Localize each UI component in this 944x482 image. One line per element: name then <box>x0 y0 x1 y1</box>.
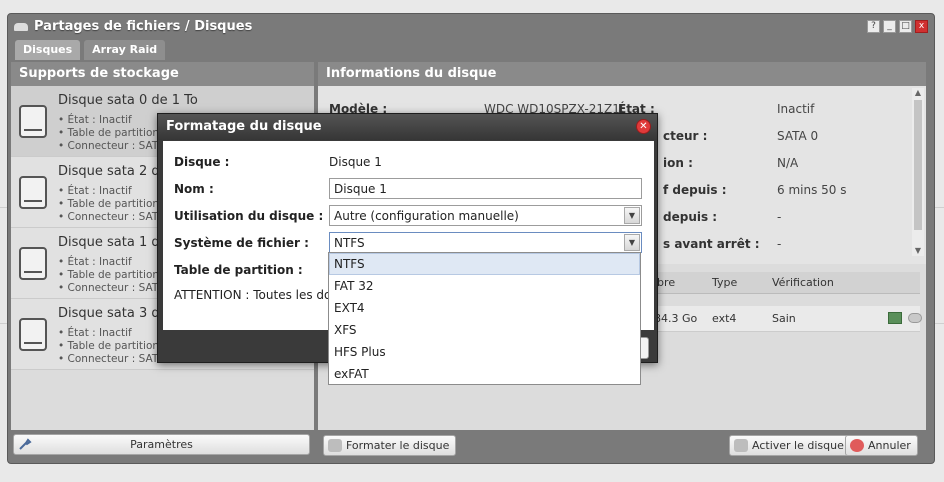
filesystem-option[interactable]: XFS <box>329 319 640 341</box>
format-disk-button[interactable]: Formater le disque <box>323 435 457 456</box>
disk-connector: • Connecteur : SATA <box>58 211 165 223</box>
column-check[interactable]: Vérification <box>772 276 834 289</box>
info-value: - <box>777 210 782 224</box>
cancel-icon <box>850 439 864 452</box>
window-title: Partages de fichiers / Disques <box>34 19 253 34</box>
storage-panel-header: Supports de stockage <box>11 62 314 86</box>
disk-status-icon[interactable] <box>908 313 922 323</box>
disk-name: Disque sata 2 de <box>58 164 168 179</box>
scroll-down-icon[interactable]: ▼ <box>912 246 924 256</box>
activate-disk-label: Activer le disque <box>752 439 844 452</box>
tab-disques[interactable]: Disques <box>15 40 81 60</box>
disk-connector: • Connecteur : SATA <box>58 353 165 365</box>
close-icon[interactable]: x <box>915 20 928 33</box>
disk-partition: • Table de partition <box>58 340 160 352</box>
scroll-thumb[interactable] <box>914 100 922 230</box>
tab-bar: Disques Array Raid <box>15 40 166 60</box>
filesystem-option[interactable]: exFAT <box>329 363 640 385</box>
column-type[interactable]: Type <box>712 276 737 289</box>
info-value: Inactif <box>777 102 815 116</box>
usage-label: Utilisation du disque : <box>174 209 324 223</box>
settings-button-label: Paramètres <box>130 438 193 451</box>
disk-label: Disque : <box>174 155 230 169</box>
filesystem-select[interactable]: NTFS ▼ <box>329 232 642 253</box>
activate-disk-button[interactable]: Activer le disque <box>729 435 851 456</box>
tab-array-raid[interactable]: Array Raid <box>84 40 166 60</box>
info-value: - <box>777 237 782 251</box>
partition-free: 84.3 Go <box>654 312 698 325</box>
minimize-icon[interactable]: _ <box>883 20 896 33</box>
filesystem-dropdown: NTFS FAT 32 EXT4 XFS HFS Plus exFAT <box>328 252 641 385</box>
disk-state: • État : Inactif <box>58 327 132 339</box>
filesystem-option[interactable]: HFS Plus <box>329 341 640 363</box>
disk-state: • État : Inactif <box>58 114 132 126</box>
cancel-label: Annuler <box>868 439 911 452</box>
disk-partition: • Table de partition <box>58 127 160 139</box>
info-label: s avant arrêt : <box>663 237 760 251</box>
disk-state: • État : Inactif <box>58 256 132 268</box>
chevron-down-icon[interactable]: ▼ <box>624 207 640 224</box>
chart-icon[interactable] <box>888 312 902 324</box>
disk-value: Disque 1 <box>329 155 382 169</box>
wrench-icon <box>18 438 32 451</box>
hard-drive-icon <box>19 105 47 138</box>
filesystem-select-value: NTFS <box>334 236 365 250</box>
disk-icon <box>14 23 28 31</box>
partition-table-label: Table de partition : <box>174 263 303 277</box>
hard-drive-icon <box>19 176 47 209</box>
maximize-icon[interactable]: □ <box>899 20 912 33</box>
usage-select-value: Autre (configuration manuelle) <box>334 209 519 223</box>
partition-check: Sain <box>772 312 796 325</box>
name-input[interactable] <box>329 178 642 199</box>
disk-connector: • Connecteur : SATA <box>58 140 165 152</box>
disk-partition: • Table de partition <box>58 269 160 281</box>
window-controls: ? _ □ x <box>867 20 928 33</box>
filesystem-label: Système de fichier : <box>174 236 309 250</box>
disk-name: Disque sata 3 de <box>58 306 168 321</box>
info-value: N/A <box>777 156 799 170</box>
disk-format-icon <box>328 439 342 452</box>
cancel-button[interactable]: Annuler <box>845 435 918 456</box>
settings-button[interactable]: Paramètres <box>13 434 310 455</box>
disk-partition: • Table de partition <box>58 198 160 210</box>
info-value: SATA 0 <box>777 129 819 143</box>
usage-select[interactable]: Autre (configuration manuelle) ▼ <box>329 205 642 226</box>
filesystem-option[interactable]: NTFS <box>329 253 640 275</box>
disk-activate-icon <box>734 439 748 452</box>
info-value: 6 mins 50 s <box>777 183 847 197</box>
window-title-bar: Partages de fichiers / Disques <box>8 14 934 40</box>
disk-connector: • Connecteur : SATA <box>58 282 165 294</box>
format-warning: ATTENTION : Toutes les don <box>174 288 334 302</box>
chevron-down-icon[interactable]: ▼ <box>624 234 640 251</box>
close-icon[interactable]: ✕ <box>636 119 651 134</box>
disk-state: • État : Inactif <box>58 185 132 197</box>
info-label: f depuis : <box>663 183 727 197</box>
help-icon[interactable]: ? <box>867 20 880 33</box>
disk-info-header: Informations du disque <box>318 62 926 86</box>
info-scrollbar[interactable]: ▲ ▼ <box>912 88 924 256</box>
format-disk-label: Formater le disque <box>346 439 450 452</box>
info-label: ion : <box>663 156 693 170</box>
disk-name: Disque sata 0 de 1 To <box>58 93 198 108</box>
disk-name: Disque sata 1 de <box>58 235 168 250</box>
info-label: cteur : <box>663 129 708 143</box>
dialog-title: Formatage du disque <box>158 114 657 140</box>
scroll-up-icon[interactable]: ▲ <box>912 88 924 98</box>
partition-type: ext4 <box>712 312 737 325</box>
hard-drive-icon <box>19 318 47 351</box>
filesystem-option[interactable]: EXT4 <box>329 297 640 319</box>
info-label: depuis : <box>663 210 718 224</box>
filesystem-option[interactable]: FAT 32 <box>329 275 640 297</box>
name-label: Nom : <box>174 182 214 196</box>
hard-drive-icon <box>19 247 47 280</box>
